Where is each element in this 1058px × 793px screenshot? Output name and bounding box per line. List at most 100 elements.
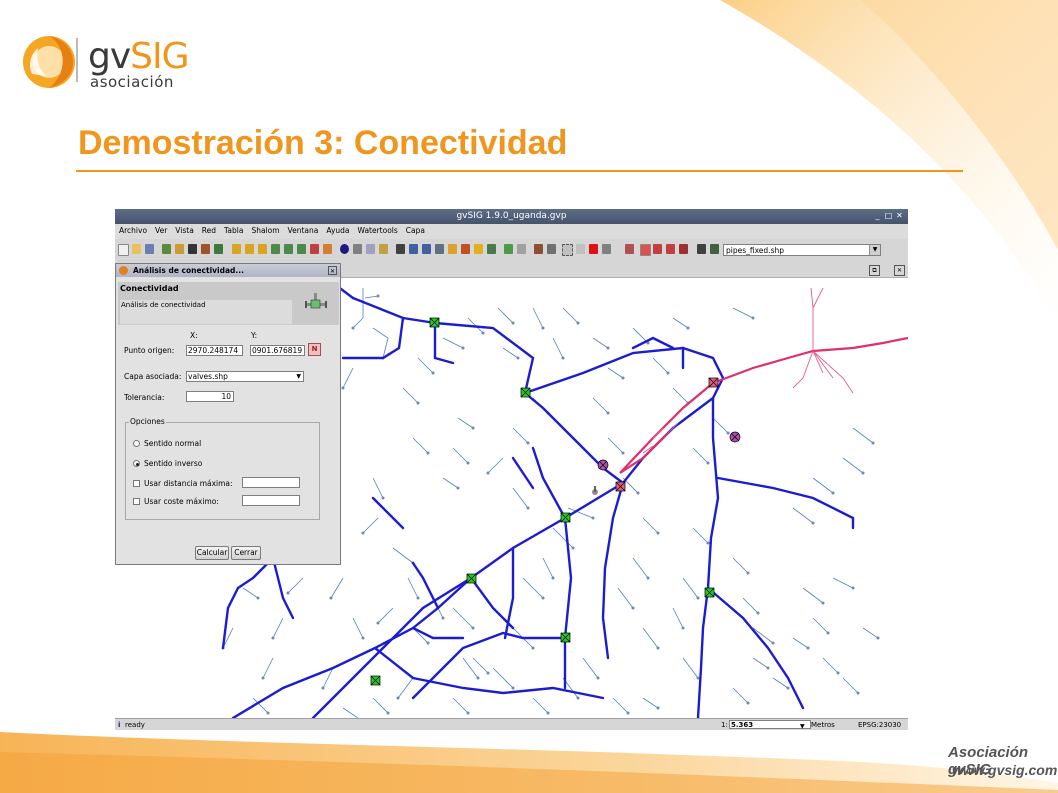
select-rect-icon[interactable]: [409, 244, 418, 254]
check-max-cost-label: Usar coste máximo:: [144, 497, 219, 506]
dialog-header: Conectividad Análisis de conectividad: [118, 282, 339, 325]
network-graph-icon[interactable]: [576, 244, 585, 254]
filter-icon[interactable]: [474, 244, 483, 254]
app-title-bar[interactable]: gvSIG 1.9.0_uganda.gvp _ □ ✕: [115, 209, 908, 224]
close-button[interactable]: Cerrar: [231, 546, 261, 560]
flag-icon[interactable]: [547, 244, 556, 254]
scale-input[interactable]: 5.363: [729, 720, 811, 729]
layer-select[interactable]: pipes_fixed.shp ▼: [723, 244, 881, 256]
main-toolbar: pipes_fixed.shp ▼: [115, 239, 908, 264]
origin-x-input[interactable]: 2970.248174: [186, 345, 243, 356]
invert-select-icon[interactable]: [448, 244, 457, 254]
info-status-icon: i: [118, 721, 121, 729]
close-icon[interactable]: ✕: [895, 211, 904, 220]
menu-ayuda[interactable]: Ayuda: [322, 224, 353, 235]
connectivity-dialog: Análisis de conectividad... ✕ Conectivid…: [115, 263, 341, 565]
pan-icon[interactable]: [297, 244, 306, 254]
area-icon[interactable]: [366, 244, 375, 254]
snap-icon[interactable]: [602, 244, 611, 254]
info-icon[interactable]: [340, 244, 349, 254]
barrier-icon[interactable]: [640, 244, 651, 256]
clear-select-icon[interactable]: [461, 244, 470, 254]
select-arrow-icon[interactable]: [396, 244, 405, 254]
open-folder-icon[interactable]: [132, 244, 141, 254]
table-icon[interactable]: [201, 244, 210, 254]
dialog-close-icon[interactable]: ✕: [328, 266, 337, 275]
restore-view-icon[interactable]: ⧉: [869, 265, 880, 276]
app-window-title: gvSIG 1.9.0_uganda.gvp: [456, 211, 567, 221]
tolerance-input[interactable]: 10: [186, 391, 234, 402]
dialog-title: Análisis de conectividad...: [133, 266, 244, 275]
check-max-cost[interactable]: [133, 498, 140, 505]
logo-brand: gvSIG: [88, 36, 190, 77]
delete-flags-icon[interactable]: [679, 244, 688, 254]
menu-tabla[interactable]: Tabla: [220, 224, 247, 235]
zoom-select-icon[interactable]: [284, 244, 293, 254]
georef-icon[interactable]: [517, 244, 526, 254]
units-label: Metros: [811, 721, 835, 729]
footer-url[interactable]: www.gvsig.com: [952, 762, 1057, 778]
zoom-layer-icon[interactable]: [271, 244, 280, 254]
origin-y-input[interactable]: 0901.676819: [250, 345, 305, 356]
menu-archivo[interactable]: Archivo: [115, 224, 151, 235]
zoom-next-icon[interactable]: [323, 244, 332, 254]
select-layer-icon[interactable]: [435, 244, 444, 254]
check-max-distance[interactable]: [133, 480, 140, 487]
menu-red[interactable]: Red: [198, 224, 220, 235]
menu-ver[interactable]: Ver: [151, 224, 171, 235]
chevron-down-icon[interactable]: ▼: [296, 372, 301, 381]
maximize-icon[interactable]: □: [884, 211, 893, 220]
dialog-header-title: Conectividad: [120, 284, 179, 293]
hyperlink-icon[interactable]: [379, 244, 388, 254]
export-icon[interactable]: [697, 244, 706, 254]
zoom-in-icon[interactable]: [232, 244, 241, 254]
max-cost-input[interactable]: [242, 495, 300, 506]
new-file-icon[interactable]: [118, 244, 129, 256]
menu-shalom[interactable]: Shalom: [247, 224, 283, 235]
calculate-button[interactable]: Calcular: [195, 546, 229, 560]
pick-point-icon[interactable]: N: [308, 343, 321, 356]
gvsig-app-window: gvSIG 1.9.0_uganda.gvp _ □ ✕ Archivo Ver V…: [115, 209, 908, 730]
network-tool-icon[interactable]: [534, 244, 543, 254]
zoom-out-icon[interactable]: [245, 244, 254, 254]
print-icon[interactable]: [188, 244, 197, 254]
menu-vista[interactable]: Vista: [171, 224, 198, 235]
connectivity-icon[interactable]: [562, 244, 573, 256]
close-view-icon[interactable]: ✕: [894, 265, 905, 276]
edit-flag-icon[interactable]: [666, 244, 675, 254]
layer-select[interactable]: valves.shp ▼: [186, 371, 304, 382]
dialog-title-bar[interactable]: Análisis de conectividad... ✕: [116, 264, 340, 277]
table-view-icon[interactable]: [504, 244, 513, 254]
status-text: ready: [125, 721, 145, 729]
select-poly-icon[interactable]: [422, 244, 431, 254]
layer-add-icon[interactable]: [162, 244, 171, 254]
dialog-header-description: Análisis de conectividad: [120, 300, 292, 324]
remove-flag-icon[interactable]: [653, 244, 662, 254]
connectivity-tool-icon: [305, 293, 327, 309]
zoom-prev-icon[interactable]: [310, 244, 319, 254]
radio-inverse-label: Sentido inverso: [144, 459, 203, 468]
radio-inverse[interactable]: [133, 460, 140, 467]
locator-icon[interactable]: [487, 244, 496, 254]
layer-table-icon[interactable]: [710, 244, 719, 254]
menu-bar: Archivo Ver Vista Red Tabla Shalom Ventana Ayud…: [115, 224, 908, 239]
zoom-extent-icon[interactable]: [258, 244, 267, 254]
menu-watertools[interactable]: Watertools: [354, 224, 402, 235]
map-icon[interactable]: [214, 244, 223, 254]
measure-icon[interactable]: [353, 244, 362, 254]
minimize-icon[interactable]: _: [873, 211, 882, 220]
shortest-path-icon[interactable]: [625, 244, 634, 254]
scale-dropdown-icon[interactable]: ▼: [800, 721, 805, 730]
x-label: X:: [190, 331, 198, 340]
menu-capa[interactable]: Capa: [402, 224, 429, 235]
edit-icon[interactable]: [175, 244, 184, 254]
max-distance-input[interactable]: [242, 477, 300, 488]
logo-subtitle: asociación: [90, 73, 174, 91]
save-icon[interactable]: [145, 244, 154, 254]
chevron-down-icon[interactable]: ▼: [869, 245, 880, 255]
options-group: Opciones Sentido normal Sentido inverso …: [125, 417, 320, 520]
stop-icon[interactable]: [589, 244, 598, 254]
connected-pipes: [619, 336, 908, 474]
menu-ventana[interactable]: Ventana: [284, 224, 323, 235]
radio-normal[interactable]: [133, 440, 140, 447]
